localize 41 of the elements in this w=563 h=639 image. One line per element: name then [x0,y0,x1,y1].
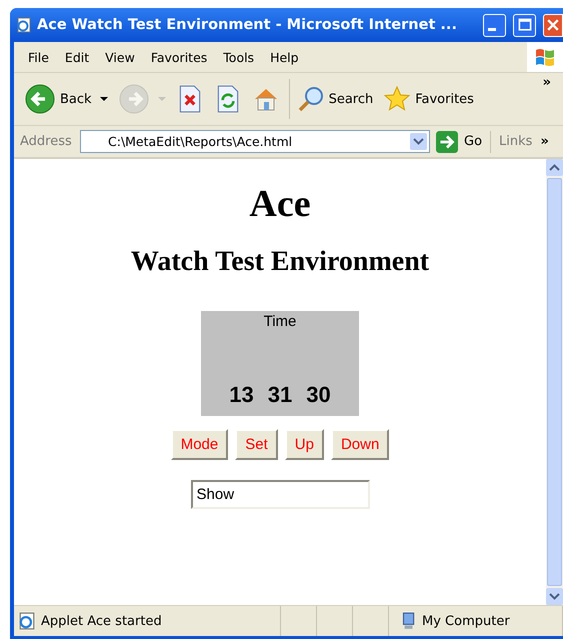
menu-item[interactable]: View [99,50,145,64]
page-heading: Ace [249,182,311,227]
search-button[interactable]: Search [292,82,378,116]
scroll-thumb[interactable] [547,178,562,586]
minimize-button[interactable] [483,14,506,36]
page-subheading: Watch Test Environment [130,245,430,279]
menu-item[interactable]: Help [264,50,309,64]
dropdown-icon[interactable] [410,133,427,150]
maximize-button[interactable] [513,14,536,36]
more-chevron[interactable]: » [540,134,549,149]
more-chevron[interactable]: » [542,75,551,90]
display-label: Time [264,313,296,330]
status-text: Applet Ace started [41,614,162,628]
go-button[interactable]: Go [430,130,492,152]
scroll-up-button[interactable] [546,159,563,176]
maximize-icon [516,17,532,33]
star-icon [383,84,412,114]
menu-item[interactable]: Tools [217,50,264,64]
search-icon [296,84,325,114]
back-button[interactable]: Back [20,81,112,117]
seconds-value: 30 [306,382,331,408]
menu-item[interactable]: File [22,50,59,64]
caret-icon[interactable] [100,96,108,102]
minimize-icon [488,28,496,31]
links-label[interactable]: Links [491,134,532,149]
zone-text: My Computer [422,614,510,628]
page-icon [18,612,36,630]
address-label: Address [20,134,73,149]
menu-item[interactable]: Favorites [144,50,218,64]
address-field[interactable]: C:\MetaEdit\Reports\Ace.html [80,130,430,153]
close-button[interactable] [543,14,563,36]
favorites-button[interactable]: Favorites [379,82,478,116]
minutes-value: 31 [268,382,292,408]
close-icon [545,17,561,33]
scroll-down-button[interactable] [546,588,563,605]
menu-item[interactable]: Edit [58,50,100,64]
scrollbar[interactable] [546,159,563,605]
window-title: Ace Watch Test Environment - Microsoft Internet ... [37,17,458,33]
browser-icon [16,17,32,33]
hours-value: 13 [229,382,254,408]
input-field[interactable]: Show [190,480,370,509]
